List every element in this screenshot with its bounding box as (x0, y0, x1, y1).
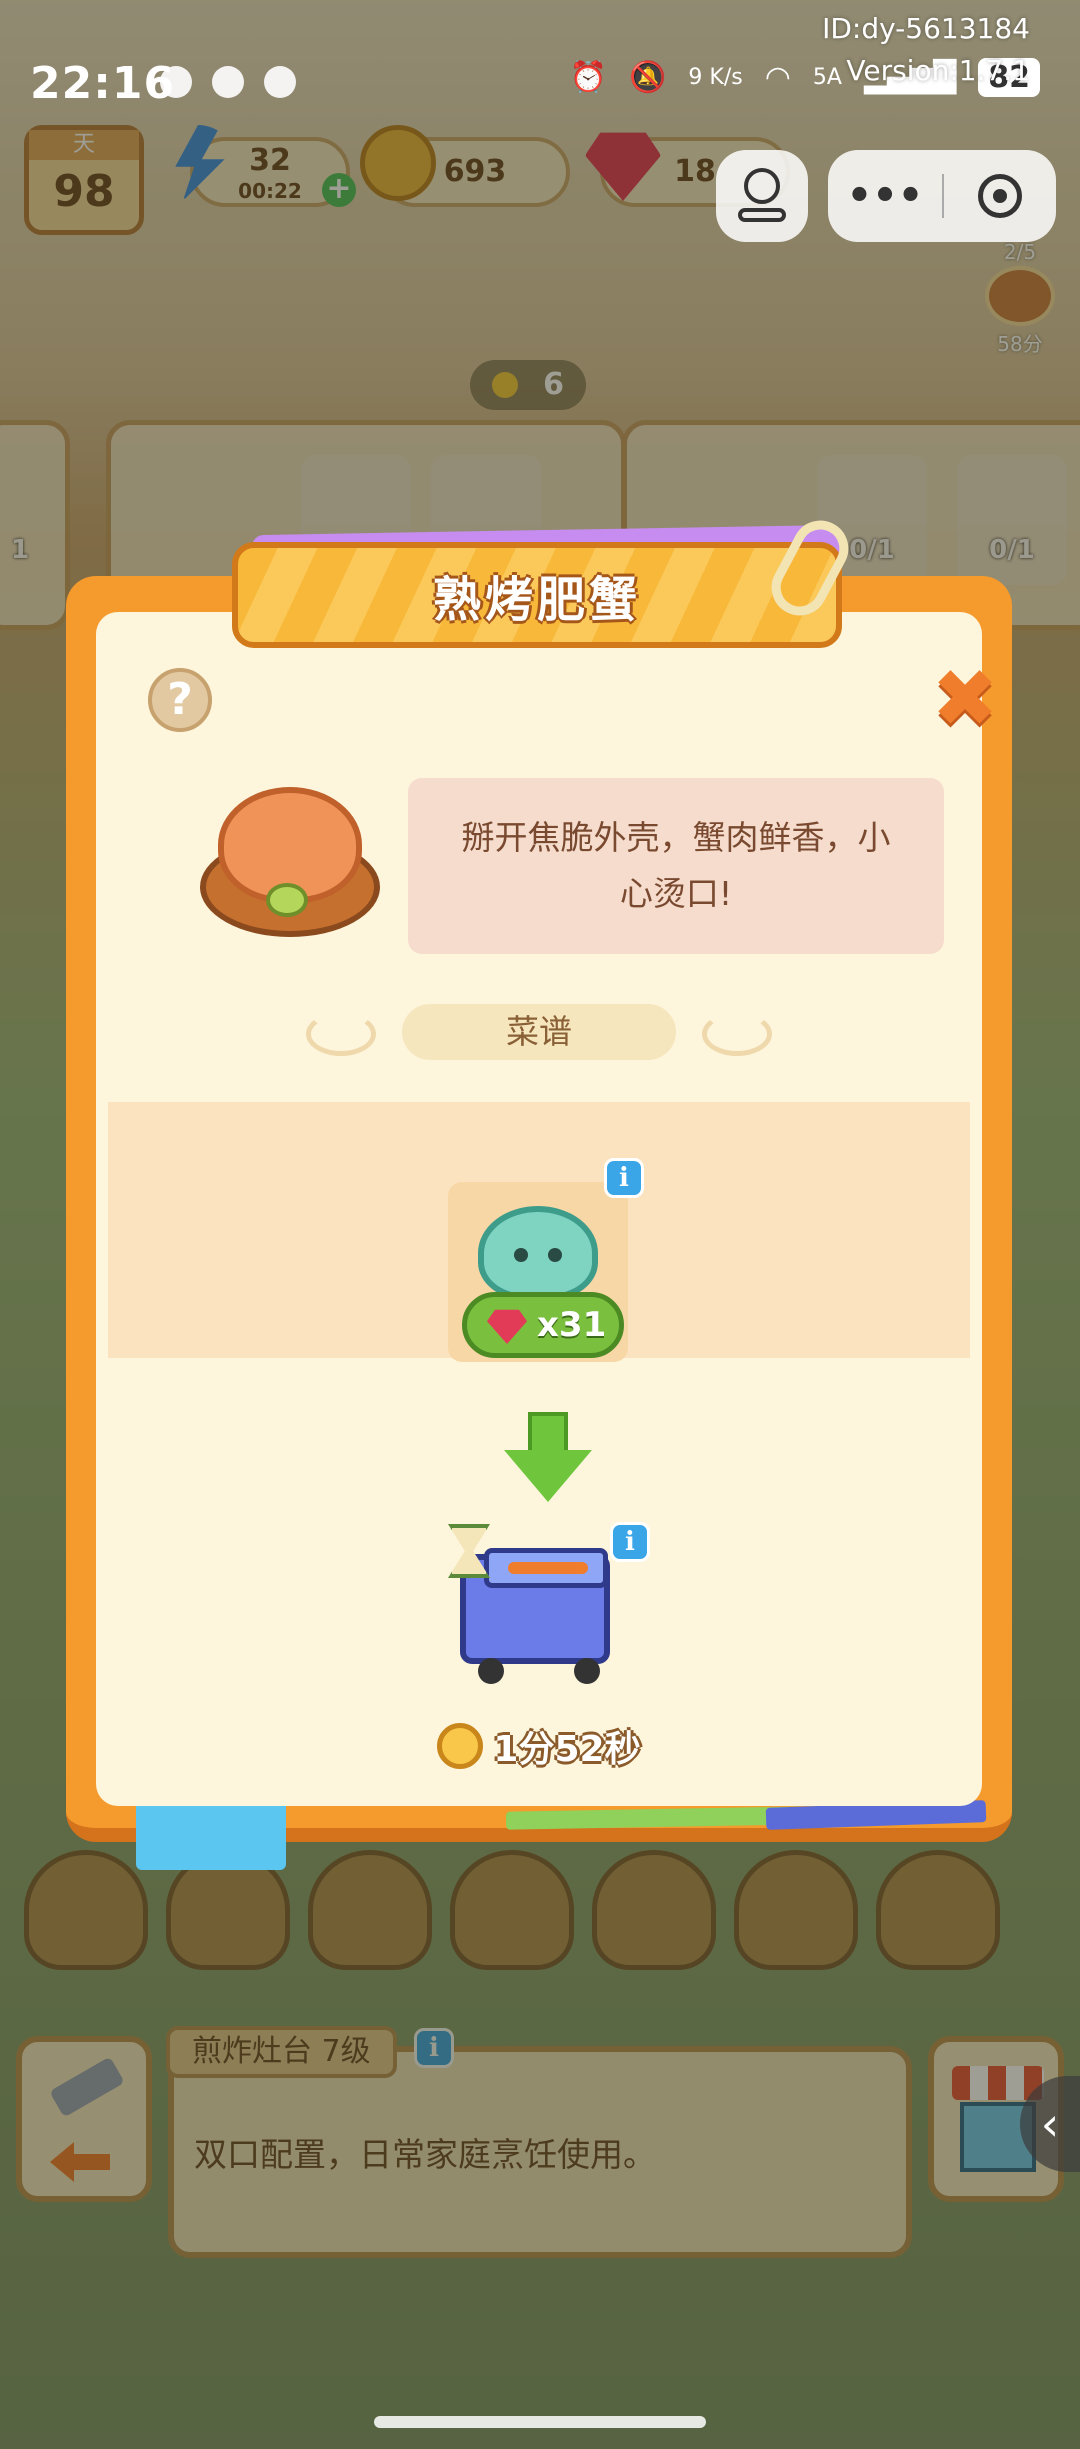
recipe-label: 菜谱 (402, 1004, 676, 1060)
exit-icon (978, 174, 1022, 218)
notification-icons (160, 66, 296, 98)
version-label: Version:1.7.1 (846, 54, 1030, 87)
dish-lime (266, 883, 308, 917)
joystick-base (738, 208, 786, 222)
roasted-crab-dish-icon (200, 787, 380, 937)
appliance-info-icon[interactable]: i (610, 1522, 650, 1562)
arrow-down-icon (504, 1412, 592, 1502)
cook-time: 1分52秒 (96, 1718, 982, 1774)
recipe-section-header: 菜谱 (96, 1004, 982, 1064)
ornament-icon (702, 1012, 772, 1056)
cook-time-value: 1分52秒 (493, 1729, 641, 1770)
machine-handle (508, 1562, 588, 1574)
crab-icon (478, 1206, 598, 1300)
dish-description: 掰开焦脆外壳，蟹肉鲜香，小心烫口! (408, 778, 944, 954)
modal-title: 熟烤肥蟹 (432, 572, 641, 628)
dish-description-text: 掰开焦脆外壳，蟹肉鲜香，小心烫口! (461, 818, 891, 913)
arrow-head (504, 1450, 592, 1502)
build-info: ID:dy-5613184 Version:1.7.1 (822, 8, 1030, 92)
id-label: ID:dy-5613184 (822, 12, 1030, 45)
exit-button[interactable] (944, 174, 1056, 218)
arrow-shaft (528, 1412, 568, 1456)
notification-icon (160, 66, 192, 98)
ingredient-quantity: x31 (462, 1292, 624, 1358)
crab-eye (514, 1248, 528, 1262)
help-button[interactable]: ? (148, 668, 212, 732)
notification-icon (212, 66, 244, 98)
banner-plate: 熟烤肥蟹 (232, 542, 842, 648)
joystick-icon (744, 168, 780, 204)
mute-icon: 🔕 (629, 60, 667, 95)
clock: 22:16 (30, 58, 176, 109)
miniprogram-capsule: ••• (828, 150, 1056, 242)
stopwatch-icon (437, 1723, 484, 1769)
notification-icon (264, 66, 296, 98)
network-speed: 9 K/s (688, 65, 743, 90)
title-banner: 熟烤肥蟹 (232, 510, 859, 650)
machine-wheel (478, 1658, 504, 1684)
recipe-modal: ? ✖ 掰开焦脆外壳，蟹肉鲜香，小心烫口! 菜谱 i x31 i 1分52秒 熟… (66, 510, 1012, 1870)
more-button[interactable]: ••• (828, 173, 942, 219)
crab-eye (548, 1248, 562, 1262)
wifi-icon: ◠ (764, 60, 791, 95)
close-button[interactable]: ✖ (930, 659, 1000, 739)
ingredient-info-icon[interactable]: i (604, 1158, 644, 1198)
alarm-icon: ⏰ (569, 60, 608, 95)
home-indicator[interactable] (374, 2416, 706, 2428)
machine-wheel (574, 1658, 600, 1684)
ornament-icon (306, 1012, 376, 1056)
gem-icon (487, 1309, 527, 1344)
joystick-button[interactable] (716, 150, 808, 242)
modal-body: ? ✖ 掰开焦脆外壳，蟹肉鲜香，小心烫口! 菜谱 i x31 i 1分52秒 (96, 612, 999, 1806)
grill-machine-icon[interactable] (448, 1524, 628, 1694)
ingredient-quantity-label: x31 (537, 1305, 607, 1345)
tape-decoration (136, 1796, 286, 1870)
hourglass-icon (448, 1524, 490, 1578)
